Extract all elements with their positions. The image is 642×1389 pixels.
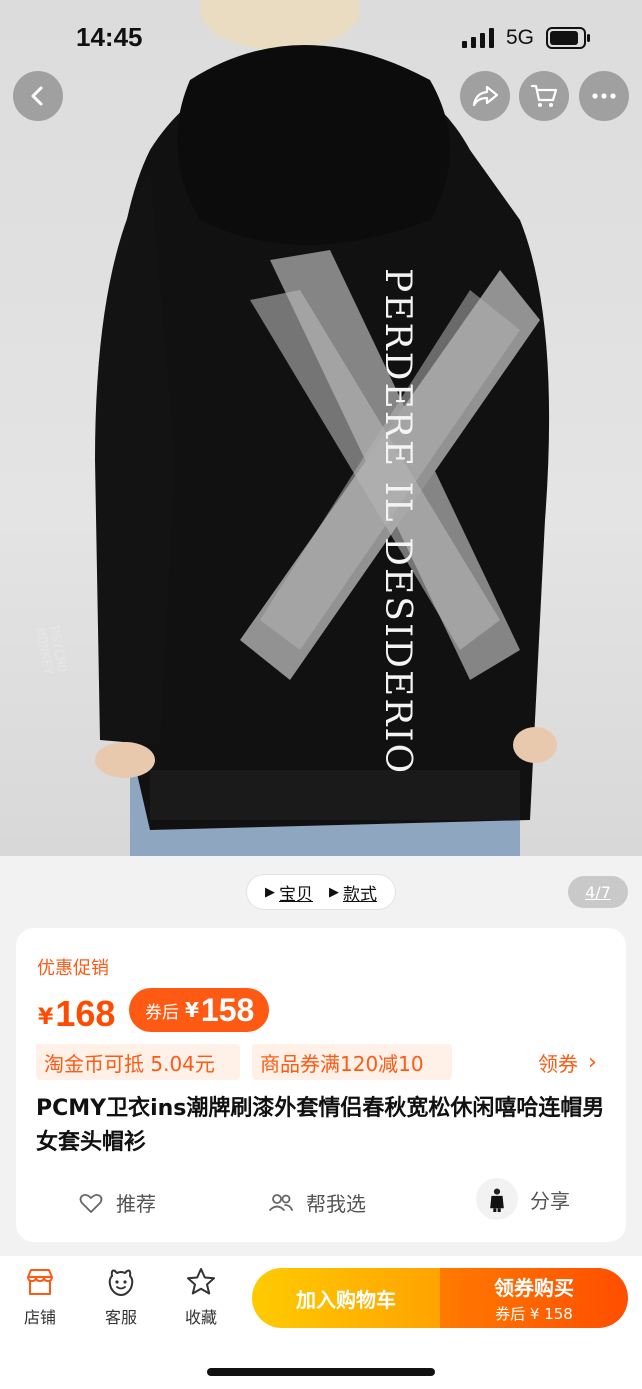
cart-icon [530,84,558,107]
product-title: PCMY卫衣ins潮牌刷漆外套情侣春秋宽松休闲嘻哈连帽男女套头帽衫 [36,1096,605,1155]
buy-sub-label: 券后 ¥ 158 [495,1305,573,1323]
home-indicator[interactable] [207,1368,435,1376]
customer-service-icon [108,1269,134,1296]
favorite-button[interactable]: 收藏 [171,1266,231,1328]
currency-symbol: ¥ [185,998,199,1022]
back-button[interactable] [13,71,63,121]
battery-icon [546,27,590,49]
purchase-buttons: 加入购物车 领券购买 券后 ¥ 158 [252,1268,628,1328]
coin-deduction-tag[interactable]: 淘金币可抵 5.04元 [36,1044,240,1080]
help-choose-label: 帮我选 [306,1192,366,1216]
back-print-text: PERDERE IL DESIDERIO [377,268,418,776]
share-action-button[interactable]: 分享 [476,1178,570,1220]
play-icon: ▶ [265,884,275,900]
cart-button[interactable] [519,71,569,121]
product-page: PERDERE IL DESIDERIO PSYCHO MONKEY 14:45… [0,0,642,1389]
more-icon [592,93,616,99]
person-thumbnail-icon [490,1188,504,1212]
share-label: 分享 [530,1188,570,1213]
coupon-label: 券后 [145,1002,179,1023]
bottom-action-bar: 店铺 客服 收藏 加入购物车 领券购买 券后 ¥ 158 [0,1256,642,1389]
tab-product[interactable]: ▶ 宝贝 [265,880,313,905]
promo-label: 优惠促销 [37,958,109,979]
recommend-button[interactable]: 推荐 [78,1188,156,1217]
currency-symbol: ¥ [38,1005,54,1030]
signal-icon [462,28,494,48]
favorite-label: 收藏 [184,1308,217,1327]
service-label: 客服 [104,1308,137,1327]
status-bar: 14:45 5G [0,0,642,70]
customer-service-button[interactable]: 客服 [91,1266,151,1328]
image-tab-switcher: ▶ 宝贝 ▶ 款式 [246,874,396,910]
play-icon: ▶ [329,884,339,900]
coupon-threshold-tag[interactable]: 商品券满120减10 [252,1044,452,1080]
store-icon [27,1269,53,1295]
hoodie-photo [95,0,557,856]
share-button[interactable] [460,71,510,121]
coupon-price: 158 [200,991,255,1028]
action-row: 推荐 帮我选 分享 [16,1178,626,1228]
tab-style[interactable]: ▶ 款式 [329,880,377,905]
price: ¥ 168 [38,990,115,1034]
product-image[interactable]: PERDERE IL DESIDERIO PSYCHO MONKEY 14:45… [0,0,642,856]
original-price: 168 [55,993,116,1034]
tab-label: 款式 [343,884,377,905]
people-icon [269,1193,293,1211]
status-time: 14:45 [76,22,143,52]
back-arrow-icon [31,86,43,106]
product-info-card: 优惠促销 ¥ 168 券后 ¥ 158 淘金币可抵 5.04元 商品券满120减… [16,928,626,1242]
more-button[interactable] [579,71,629,121]
tab-label: 宝贝 [279,884,313,905]
help-choose-button[interactable]: 帮我选 [268,1188,366,1217]
heart-icon [79,1193,103,1213]
chevron-right-icon: › [588,1050,597,1075]
buy-main-label: 领券购买 [494,1276,574,1300]
coupon-price-badge: 券后 ¥ 158 [129,988,269,1032]
network-type: 5G [506,26,535,49]
claim-coupon-link[interactable]: 领券 › [538,1048,597,1077]
shop-button[interactable]: 店铺 [10,1266,70,1328]
image-counter: 4/7 [568,876,628,908]
recommend-label: 推荐 [116,1192,156,1216]
star-icon [187,1268,215,1295]
claim-label: 领券 [538,1052,578,1076]
add-to-cart-button[interactable]: 加入购物车 [252,1268,440,1328]
share-icon [472,85,499,107]
shop-label: 店铺 [23,1308,56,1327]
buy-with-coupon-button[interactable]: 领券购买 券后 ¥ 158 [440,1268,628,1328]
product-thumbnail-avatar [476,1178,518,1220]
